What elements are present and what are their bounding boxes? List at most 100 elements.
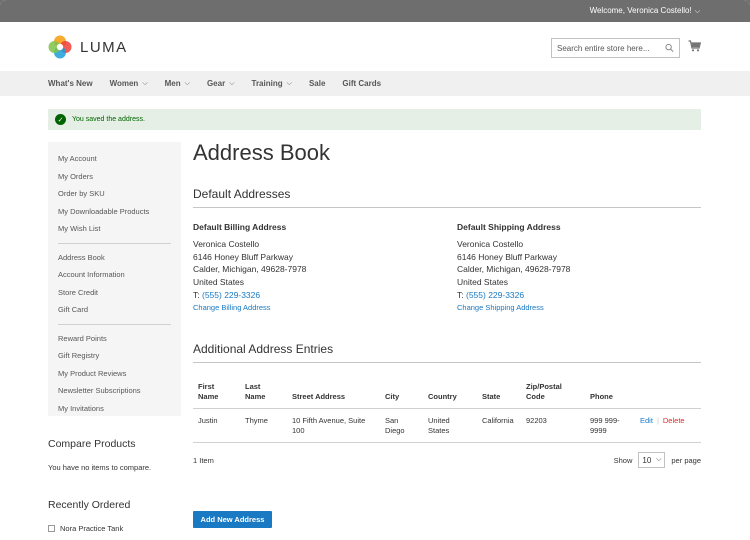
shipping-phone-link[interactable]: (555) 229-3326 <box>466 290 524 300</box>
limiter-select[interactable]: 10 ⌵ <box>638 452 666 468</box>
cell-phone: 999 999-9999 <box>585 408 635 443</box>
column-header: First Name <box>193 376 240 409</box>
cell-zip: 92203 <box>521 408 585 443</box>
column-header: Country <box>423 376 477 409</box>
edit-address-link[interactable]: Edit <box>640 416 653 425</box>
welcome-menu[interactable]: Welcome, Veronica Costello! ⌵ <box>590 6 700 16</box>
sidebar-item-downloadable-products[interactable]: My Downloadable Products <box>48 203 181 221</box>
recent-item-name[interactable]: Nora Practice Tank <box>60 524 123 533</box>
billing-street: 6146 Honey Bluff Parkway <box>193 251 294 262</box>
nav-item-gear[interactable]: Gear ⌵ <box>207 79 235 88</box>
nav-item-training[interactable]: Training ⌵ <box>252 79 292 88</box>
success-message-text: You saved the address. <box>72 116 145 123</box>
chevron-down-icon: ⌵ <box>694 8 700 15</box>
chevron-down-icon: ⌵ <box>656 456 662 463</box>
success-message: ✓ You saved the address. <box>48 109 701 130</box>
nav-item-label: Men <box>164 79 181 88</box>
logo-text: LUMA <box>80 38 128 56</box>
chevron-down-icon: ⌵ <box>229 79 235 87</box>
sidebar-item-gift-card[interactable]: Gift Card <box>48 301 181 319</box>
action-separator: | <box>656 415 659 425</box>
nav-item-label: Sale <box>308 79 326 88</box>
sidebar-item-reward-points[interactable]: Reward Points <box>48 330 181 348</box>
billing-phone-link[interactable]: (555) 229-3326 <box>202 290 260 300</box>
item-count: 1 Item <box>193 456 214 465</box>
shipping-title: Default Shipping Address <box>457 222 561 232</box>
nav-item-label: Gear <box>206 79 226 88</box>
column-header: Last Name <box>240 376 287 409</box>
sidebar-item-invitations[interactable]: My Invitations <box>48 400 181 418</box>
search-input[interactable] <box>557 43 665 53</box>
column-header-actions <box>635 376 701 409</box>
sidebar-item-address-book[interactable]: Address Book <box>48 249 181 267</box>
change-shipping-address-link[interactable]: Change Shipping Address <box>457 302 697 315</box>
recent-item-checkbox[interactable] <box>48 525 55 532</box>
header: LUMA <box>0 22 750 71</box>
check-icon: ✓ <box>55 114 66 125</box>
sidebar-item-my-orders[interactable]: My Orders <box>48 168 181 186</box>
chevron-down-icon: ⌵ <box>286 79 292 87</box>
limiter-value: 10 <box>642 455 652 465</box>
nav-item-label: What's New <box>48 79 93 88</box>
delete-address-link[interactable]: Delete <box>663 416 685 425</box>
sidebar-item-wish-list[interactable]: My Wish List <box>48 220 181 238</box>
top-bar: Welcome, Veronica Costello! ⌵ <box>0 0 750 22</box>
change-billing-address-link[interactable]: Change Billing Address <box>193 302 433 315</box>
add-new-address-button[interactable]: Add New Address <box>193 511 272 528</box>
shipping-name: Veronica Costello <box>457 238 524 249</box>
cart-icon[interactable] <box>688 40 701 52</box>
default-addresses-title: Default Addresses <box>193 187 701 208</box>
table-header-row: First Name Last Name Street Address City… <box>193 376 701 409</box>
limiter: Show 10 ⌵ per page <box>614 452 701 468</box>
chevron-down-icon: ⌵ <box>142 79 148 87</box>
nav-item-gift-cards[interactable]: Gift Cards <box>342 79 381 88</box>
sidebar-item-gift-registry[interactable]: Gift Registry <box>48 347 181 365</box>
sidebar-item-store-credit[interactable]: Store Credit <box>48 284 181 302</box>
sidebar-item-order-by-sku[interactable]: Order by SKU <box>48 185 181 203</box>
cell-street: 10 Fifth Avenue, Suite 100 <box>287 408 380 443</box>
shipping-city: Calder, Michigan, 49628-7978 <box>457 264 571 275</box>
shipping-country: United States <box>457 277 509 288</box>
billing-name: Veronica Costello <box>193 238 260 249</box>
page-title: Address Book <box>193 140 330 165</box>
nav-item-sale[interactable]: Sale <box>309 79 325 88</box>
sidebar-item-newsletter[interactable]: Newsletter Subscriptions <box>48 382 181 400</box>
cell-last-name: Thyme <box>240 408 287 443</box>
sidebar-divider <box>58 323 171 325</box>
search-box <box>551 38 680 58</box>
chevron-down-icon: ⌵ <box>184 79 190 87</box>
billing-title: Default Billing Address <box>193 222 287 232</box>
nav-item-label: Gift Cards <box>342 79 382 88</box>
nav-item-men[interactable]: Men ⌵ <box>165 79 190 88</box>
recently-ordered-title: Recently Ordered <box>48 499 131 511</box>
column-header: Street Address <box>287 376 380 409</box>
limiter-show-label: Show <box>613 455 633 465</box>
welcome-text: Welcome, Veronica Costello! <box>589 6 692 15</box>
column-header: State <box>477 376 521 409</box>
nav-item-women[interactable]: Women ⌵ <box>110 79 148 88</box>
nav-item-label: Women <box>109 79 139 88</box>
column-header: Zip/Postal Code <box>521 376 585 409</box>
cell-city: San Diego <box>380 408 423 443</box>
nav-item-whats-new[interactable]: What's New <box>48 79 93 88</box>
column-header: City <box>380 376 423 409</box>
column-header: Phone <box>585 376 635 409</box>
default-billing-address: Default Billing Address Veronica Costell… <box>193 221 433 315</box>
sidebar-item-my-account[interactable]: My Account <box>48 150 181 168</box>
billing-country: United States <box>193 277 245 288</box>
browser-page: Welcome, Veronica Costello! ⌵ LUMA Searc… <box>0 0 750 540</box>
cell-state: California <box>477 408 521 443</box>
default-shipping-address: Default Shipping Address Veronica Costel… <box>457 221 697 315</box>
billing-phone-line: T: (555) 229-3326 <box>193 289 433 302</box>
logo[interactable]: LUMA <box>48 35 128 59</box>
sidebar-item-product-reviews[interactable]: My Product Reviews <box>48 365 181 383</box>
search-icon[interactable] <box>665 43 674 53</box>
additional-addresses-title: Additional Address Entries <box>193 342 701 363</box>
cell-actions: Edit | Delete <box>635 408 701 443</box>
billing-city: Calder, Michigan, 49628-7978 <box>193 264 307 275</box>
nav-item-label: Training <box>251 79 283 88</box>
shipping-phone-line: T: (555) 229-3326 <box>457 289 697 302</box>
sidebar-item-account-information[interactable]: Account Information <box>48 266 181 284</box>
sidebar-divider <box>58 242 171 244</box>
limiter-per-page-label: per page <box>671 455 701 465</box>
